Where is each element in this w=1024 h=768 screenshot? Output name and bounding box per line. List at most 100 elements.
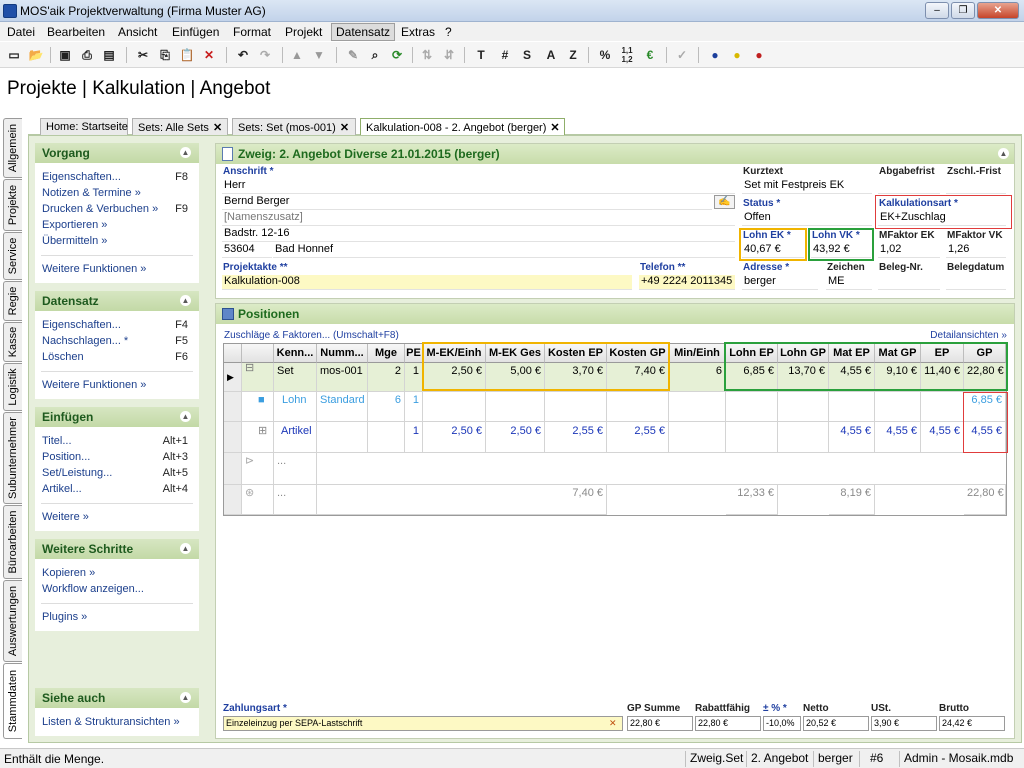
collapse-icon[interactable]: ⊟ [242,363,274,392]
adresse-field[interactable]: berger [742,275,818,290]
plz-field[interactable]: 53604 [222,243,272,258]
zuschlaege-link[interactable]: Zuschläge & Faktoren... (Umschalt+F8) [224,330,399,341]
sidetab-logistik[interactable]: Logistik [3,363,22,411]
link-weitere-funktionen[interactable]: Weitere Funktionen » [42,379,146,391]
strasse-field[interactable]: Badstr. 12-16 [222,227,735,242]
menu-ansicht[interactable]: Ansicht [118,25,157,39]
empty-row[interactable] [317,453,1006,485]
close-button[interactable]: ✕ [977,2,1019,19]
format-s-button[interactable]: S [518,46,536,64]
tab-home[interactable]: Home: Startseite [40,118,128,135]
sidetab-auswertungen[interactable]: Auswertungen [3,580,22,662]
table-cell[interactable]: 13,70 € [778,363,829,392]
lohn-ek-field[interactable]: 40,67 € [742,243,804,258]
table-cell[interactable]: 4,55 € [964,422,1006,453]
format-a-button[interactable]: A [542,46,560,64]
table-cell[interactable] [875,392,921,422]
column-header[interactable]: Mat GP [875,344,921,363]
name-field[interactable]: Bernd Berger [222,195,712,210]
chevron-up-icon[interactable]: ▲ [180,147,191,158]
format-z-button[interactable]: Z [564,46,582,64]
row-selector[interactable] [224,392,242,422]
table-cell[interactable]: 4,55 € [875,422,921,453]
table-cell[interactable]: 1 [405,422,423,453]
zahlungsart-field[interactable]: Einzeleinzug per SEPA-Lastschrift [223,716,623,731]
new-row-cell[interactable]: ... [274,453,317,485]
group-header[interactable]: Datensatz ▲ [35,291,199,311]
menu-bearbeiten[interactable]: Bearbeiten [47,25,105,39]
open-icon[interactable]: 📂 [27,46,45,64]
edit-icon[interactable]: ✎ [344,46,362,64]
menu-extras[interactable]: Extras [401,25,435,39]
menu-projekt[interactable]: Projekt [285,25,322,39]
rabattfaehig-field[interactable]: 22,80 € [695,716,761,731]
zeichen-field[interactable]: ME [826,275,872,290]
column-header[interactable]: Mge [368,344,405,363]
minimize-button[interactable]: – [925,2,949,19]
table-cell[interactable]: 11,40 € [921,363,964,392]
table-cell[interactable] [726,392,778,422]
column-header[interactable]: Kenn... [274,344,317,363]
search-icon[interactable]: ⌕ [366,46,384,64]
sidetab-regie[interactable]: Regie [3,281,22,321]
mfaktor-ek-field[interactable]: 1,02 [878,243,940,258]
sidetab-stammdaten[interactable]: Stammdaten [3,663,22,739]
user-yellow-icon[interactable]: ● [728,46,746,64]
link-exportieren[interactable]: Exportieren » [42,219,107,231]
delete-icon[interactable]: ✕ [200,46,218,64]
table-cell[interactable]: 6,85 € [964,392,1006,422]
menu-datei[interactable]: Datei [7,25,35,39]
copy-icon[interactable]: ⎘ [156,46,174,64]
table-cell[interactable] [607,392,669,422]
column-header[interactable]: M-EK Ges [486,344,545,363]
column-header[interactable]: PE [405,344,423,363]
link-uebermitteln[interactable]: Übermitteln » [42,235,107,247]
table-cell[interactable] [921,392,964,422]
table-cell[interactable]: 4,55 € [829,363,875,392]
link-workflow[interactable]: Workflow anzeigen... [42,583,144,595]
menu-einfuegen[interactable]: Einfügen [172,25,219,39]
mfaktor-vk-field[interactable]: 1,26 [946,243,1006,258]
close-icon[interactable]: ✕ [550,122,559,134]
sidetab-allgemein[interactable]: Allgemein [3,118,22,178]
row-selector[interactable] [224,485,242,515]
column-header[interactable]: Mat EP [829,344,875,363]
move-up-icon[interactable]: ▲ [288,46,306,64]
abgabefrist-field[interactable] [878,179,940,194]
link-artikel[interactable]: Artikel... [42,483,82,495]
link-weitere[interactable]: Weitere » [42,511,89,523]
cut-icon[interactable]: ✂ [134,46,152,64]
group-header[interactable]: Siehe auch ▲ [35,688,199,708]
check-icon[interactable]: ✓ [673,46,691,64]
table-cell[interactable]: 6 [368,392,405,422]
anrede-field[interactable]: Herr [222,179,735,194]
table-cell[interactable]: 2,55 € [607,422,669,453]
sort-desc-icon[interactable]: ⇵ [440,46,458,64]
menu-help[interactable]: ? [445,25,452,39]
table-cell[interactable]: 2,50 € [423,363,486,392]
beleg-nr-field[interactable] [878,275,940,290]
table-cell[interactable]: Artikel [274,422,317,453]
table-cell[interactable]: 4,55 € [921,422,964,453]
table-cell[interactable] [726,422,778,453]
table-cell[interactable]: 2 [368,363,405,392]
table-cell[interactable]: 7,40 € [607,363,669,392]
projektakte-field[interactable]: Kalkulation-008 [222,275,632,290]
menu-format[interactable]: Format [233,25,271,39]
table-cell[interactable] [486,392,545,422]
sidetab-projekte[interactable]: Projekte [3,179,22,231]
save-icon[interactable]: ▣ [56,46,74,64]
chevron-up-icon[interactable]: ▲ [180,543,191,554]
table-cell[interactable] [368,422,405,453]
print-icon[interactable]: ⎙ [78,46,96,64]
telefon-field[interactable]: +49 2224 2011345 [639,275,735,290]
link-kopieren[interactable]: Kopieren » [42,567,95,579]
table-cell[interactable]: 9,10 € [875,363,921,392]
table-cell[interactable]: 22,80 € [964,363,1006,392]
link-eigenschaften[interactable]: Eigenschaften... [42,171,121,183]
chevron-up-icon[interactable]: ▲ [180,295,191,306]
link-position[interactable]: Position... [42,451,90,463]
link-eigenschaften[interactable]: Eigenschaften... [42,319,121,331]
format-t-button[interactable]: T [472,46,490,64]
sidetab-subunternehmer[interactable]: Subunternehmer [3,412,22,504]
